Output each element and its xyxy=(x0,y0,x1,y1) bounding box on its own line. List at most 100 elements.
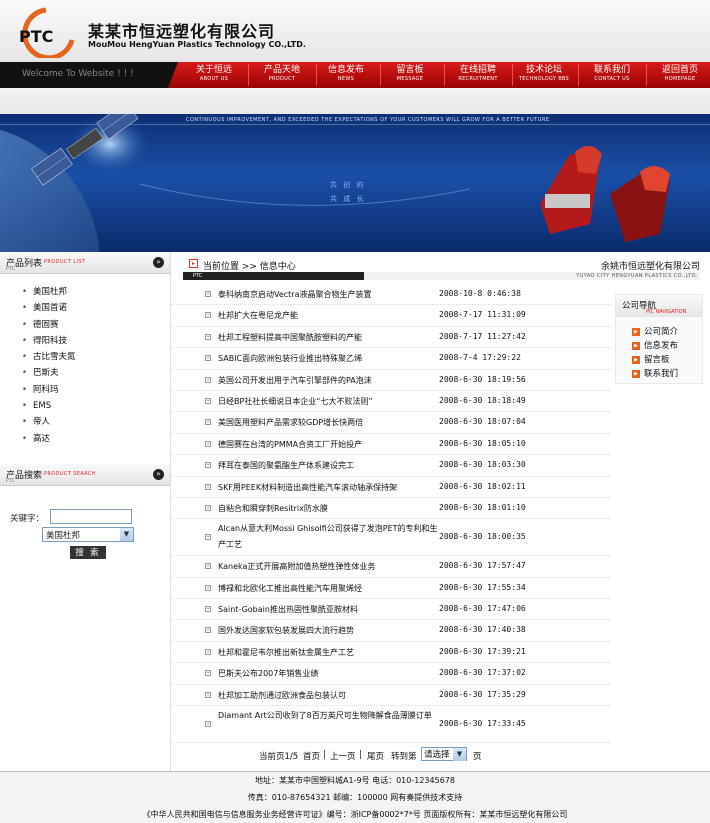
news-title[interactable]: 自粘合和瞬穿刺Resitrix防水膜 xyxy=(218,503,438,515)
company-nav-box: 公司导航 PIC NAVIGATION 公司简介 信息发布 留言板 联系我们 xyxy=(615,294,703,384)
news-title[interactable]: 泰科纳南京启动Vectra液晶聚合物生产装置 xyxy=(218,289,438,301)
nav-news[interactable]: 信息发布 NEWS xyxy=(316,65,376,83)
news-title[interactable]: SABIC面向欧洲包装行业推出特殊聚乙烯 xyxy=(218,353,438,365)
arrow-icon: ▸ xyxy=(189,259,198,268)
news-title[interactable]: 美国医用塑料产品需求较GDP增长快两倍 xyxy=(218,417,438,429)
category-item[interactable]: EMS xyxy=(22,398,170,414)
news-date: 2008-6-30 17:47:06 xyxy=(439,604,526,614)
nav-homepage[interactable]: 返回首页 HOMEPAGE xyxy=(650,65,710,83)
category-item[interactable]: 古比雪夫氮 xyxy=(22,349,170,365)
company-nav-item[interactable]: 联系我们 xyxy=(632,367,702,381)
news-row[interactable]: + Diamant Art公司收到了8百万英尺可生物降解食品薄膜订单 2008-6-… xyxy=(171,706,611,744)
news-list: + 泰科纳南京启动Vectra液晶聚合物生产装置 2008-10-8 0:46:38… xyxy=(171,284,611,744)
news-title[interactable]: 杜邦和霍尼韦尔推出新钛金属生产工艺 xyxy=(218,647,438,659)
product-search: 产品搜索 PRODUCT SEARCH PTC » 关键字： 美国杜邦 ▼ 搜 … xyxy=(0,464,170,574)
prev-page-link[interactable]: 上一页 xyxy=(330,750,356,762)
news-title[interactable]: 博禄和北欧化工推出高性能汽车用聚烯烃 xyxy=(218,583,438,595)
news-row[interactable]: + 国外发达国家软包装发展四大流行趋势 2008-6-30 17:40:38 xyxy=(171,620,611,642)
news-title[interactable]: Kaneka正式开展高附加值热塑性弹性体业务 xyxy=(218,561,438,573)
news-row[interactable]: + 巴斯夫公布2007年销售业绩 2008-6-30 17:37:02 xyxy=(171,663,611,685)
category-item[interactable]: 美国杜邦 xyxy=(22,284,170,300)
news-row[interactable]: + 博禄和北欧化工推出高性能汽车用聚烯烃 2008-6-30 17:55:34 xyxy=(171,578,611,600)
bullet-icon: + xyxy=(205,291,211,297)
footer: 地址：某某市中国塑料城A1-9号 电话：010-12345678 传真：010-… xyxy=(0,772,710,823)
news-title[interactable]: 杜邦扩大在粤尼龙产能 xyxy=(218,310,438,322)
breadcrumb: 当前位置 >> 信息中心 xyxy=(203,262,296,272)
news-row[interactable]: + 杜邦工程塑料提高中国聚酰胺塑料的产能 2008-7-17 11:27:42 xyxy=(171,327,611,349)
category-item[interactable]: 得阳科技 xyxy=(22,333,170,349)
bullet-icon: + xyxy=(205,440,211,447)
news-row[interactable]: + 杜邦加工助剂通过欧洲食品包装认可 2008-6-30 17:35:29 xyxy=(171,685,611,707)
brand-select[interactable]: 美国杜邦 ▼ xyxy=(42,527,134,542)
page-suffix: 页 xyxy=(473,752,482,762)
news-date: 2008-7-17 11:31:09 xyxy=(439,310,526,320)
company-nav-item[interactable]: 信息发布 xyxy=(632,339,702,353)
company-nav-item[interactable]: 留言板 xyxy=(632,353,702,367)
news-row[interactable]: + Kaneka正式开展高附加值热塑性弹性体业务 2008-6-30 17:57:4… xyxy=(171,556,611,578)
company-label: 余姚市恒远塑化有限公司 xyxy=(600,262,700,272)
news-title[interactable]: 国外发达国家软包装发展四大流行趋势 xyxy=(218,625,438,637)
news-title[interactable]: Saint-Gobain推出热固性聚酰亚胺材料 xyxy=(218,604,438,616)
expand-arrow-icon[interactable]: » xyxy=(153,257,164,268)
chevron-down-icon: ▼ xyxy=(120,528,133,541)
news-date: 2008-6-30 17:40:38 xyxy=(439,625,526,635)
news-row[interactable]: + 杜邦和霍尼韦尔推出新钛金属生产工艺 2008-6-30 17:39:21 xyxy=(171,642,611,664)
company-nav-list: 公司简介 信息发布 留言板 联系我们 xyxy=(616,317,702,381)
news-title[interactable]: 杜邦工程塑料提高中国聚酰胺塑料的产能 xyxy=(218,332,438,344)
news-row[interactable]: + 日经BP社社长细说日本企业“七大不败法则” 2008-6-30 18:18:49 xyxy=(171,391,611,413)
news-row[interactable]: + Alcan从意大利Mossi Ghisolfi公司获得了发泡PET的专利和生产… xyxy=(171,519,611,557)
news-title[interactable]: 英国公司开发出用于汽车引擎部件的PA泡沫 xyxy=(218,375,438,387)
news-row[interactable]: + 拜耳在泰国的聚氨酯生产体系建设完工 2008-6-30 18:03:30 xyxy=(171,455,611,477)
news-row[interactable]: + 自粘合和瞬穿刺Resitrix防水膜 2008-6-30 18:01:10 xyxy=(171,498,611,520)
news-title[interactable]: 拜耳在泰国的聚氨酯生产体系建设完工 xyxy=(218,460,438,472)
category-item[interactable]: 阿科玛 xyxy=(22,382,170,398)
news-title[interactable]: 日经BP社社长细说日本企业“七大不败法则” xyxy=(218,396,438,408)
bullet-icon: + xyxy=(205,691,211,698)
chevron-down-icon: ▼ xyxy=(453,748,466,761)
news-date: 2008-7-17 11:27:42 xyxy=(439,331,526,341)
expand-arrow-icon[interactable]: » xyxy=(153,469,164,480)
company-name-en: MouMou HengYuan Plastics Technology CO.,… xyxy=(88,40,306,49)
news-row[interactable]: + 泰科纳南京启动Vectra液晶聚合物生产装置 2008-10-8 0:46:38 xyxy=(171,284,611,306)
news-title[interactable]: 德固赛在台湾的PMMA合资工厂开始投产 xyxy=(218,439,438,451)
news-title[interactable]: 杜邦加工助剂通过欧洲食品包装认可 xyxy=(218,690,438,702)
search-button[interactable]: 搜 索 xyxy=(70,546,106,559)
nav-contact[interactable]: 联系我们 CONTACT US xyxy=(582,65,642,83)
product-list-header: 产品列表 PRODUCT LIST PTC » xyxy=(0,252,170,274)
bullet-icon: + xyxy=(205,376,211,383)
first-page-link[interactable]: 首页 xyxy=(303,750,320,762)
last-page-link[interactable]: 尾页 xyxy=(367,750,384,762)
category-item[interactable]: 高达 xyxy=(22,431,170,447)
nav-message[interactable]: 留言板 MESSAGE xyxy=(380,65,440,83)
news-title[interactable]: 巴斯夫公布2007年销售业绩 xyxy=(218,668,438,680)
category-item[interactable]: 美国首诺 xyxy=(22,300,170,316)
news-date: 2008-6-30 17:57:47 xyxy=(439,561,526,571)
news-row[interactable]: + 英国公司开发出用于汽车引擎部件的PA泡沫 2008-6-30 18:19:56 xyxy=(171,370,611,391)
nav-bbs[interactable]: 技术论坛 TECHNOLOGY BBS xyxy=(514,65,574,83)
news-title[interactable]: Alcan从意大利Mossi Ghisolfi公司获得了发泡PET的专利和生产工… xyxy=(218,521,438,553)
news-date: 2008-6-30 18:07:04 xyxy=(439,417,526,427)
news-title[interactable]: SKF用PEEK材料制造出高性能汽车滚动轴承保持架 xyxy=(218,482,438,494)
keyword-input[interactable] xyxy=(50,509,132,524)
news-row[interactable]: + 德固赛在台湾的PMMA合资工厂开始投产 2008-6-30 18:05:10 xyxy=(171,434,611,456)
category-item[interactable]: 巴斯夫 xyxy=(22,365,170,381)
category-item[interactable]: 帝人 xyxy=(22,414,170,430)
news-row[interactable]: + Saint-Gobain推出热固性聚酰亚胺材料 2008-6-30 17:47:… xyxy=(171,599,611,621)
nav-about[interactable]: 关于恒远 ABOUT US xyxy=(184,65,244,83)
bullet-icon: + xyxy=(205,584,211,591)
news-title[interactable]: Diamant Art公司收到了8百万英尺可生物降解食品薄膜订单 xyxy=(218,708,438,724)
bullet-icon: + xyxy=(205,534,211,541)
banner: CONTINUOUS IMPROVEMENT, AND EXCEEDED THE… xyxy=(0,114,710,252)
news-row[interactable]: + SABIC面向欧洲包装行业推出特殊聚乙烯 2008-7-4 17:29:22 xyxy=(171,348,611,370)
news-row[interactable]: + 美国医用塑料产品需求较GDP增长快两倍 2008-6-30 18:07:04 xyxy=(171,412,611,434)
page-select[interactable]: 请选择 ▼ xyxy=(421,747,467,761)
nav-product[interactable]: 产品天地 PRODUCT xyxy=(252,65,312,83)
category-item[interactable]: 德固赛 xyxy=(22,317,170,333)
news-date: 2008-6-30 18:05:10 xyxy=(439,438,526,448)
bullet-icon: + xyxy=(205,648,211,655)
nav-recruitment[interactable]: 在线招聘 RECRUITMENT xyxy=(448,65,508,83)
company-nav-item[interactable]: 公司简介 xyxy=(632,325,702,339)
news-row[interactable]: + 杜邦扩大在粤尼龙产能 2008-7-17 11:31:09 xyxy=(171,305,611,327)
news-date: 2008-6-30 17:35:29 xyxy=(439,689,526,699)
news-row[interactable]: + SKF用PEEK材料制造出高性能汽车滚动轴承保持架 2008-6-30 18:0… xyxy=(171,477,611,498)
